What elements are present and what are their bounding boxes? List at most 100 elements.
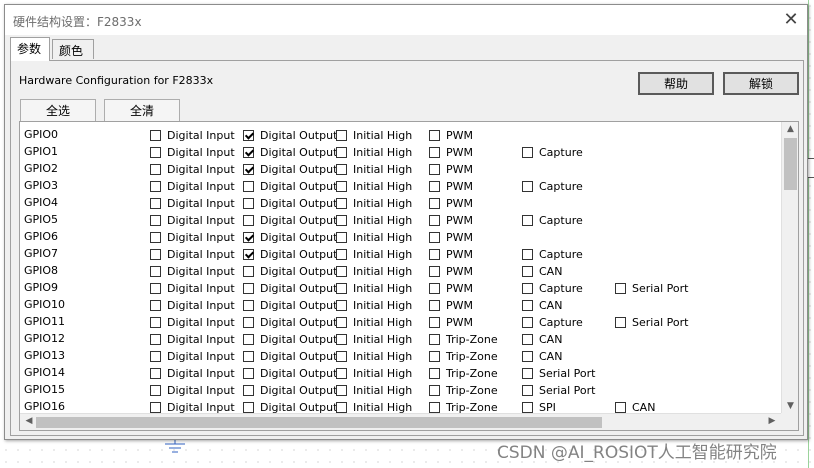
option-checkbox[interactable]: [336, 384, 347, 396]
option-checkbox[interactable]: [243, 367, 254, 379]
option-checkbox[interactable]: [336, 163, 347, 175]
gpio-option[interactable]: Initial High: [336, 349, 412, 363]
gpio-option[interactable]: Digital Input: [150, 179, 235, 193]
option-checkbox[interactable]: [150, 299, 161, 311]
gpio-option[interactable]: PWM: [429, 298, 473, 312]
gpio-option[interactable]: Digital Input: [150, 400, 235, 414]
gpio-option[interactable]: Digital Input: [150, 315, 235, 329]
option-checkbox[interactable]: [522, 180, 533, 192]
gpio-option[interactable]: Digital Input: [150, 128, 235, 142]
option-checkbox[interactable]: [336, 248, 347, 260]
gpio-option[interactable]: Digital Output: [243, 213, 337, 227]
option-checkbox[interactable]: [429, 401, 440, 413]
option-checkbox[interactable]: [243, 231, 254, 243]
option-checkbox[interactable]: [429, 197, 440, 209]
option-checkbox[interactable]: [243, 316, 254, 328]
gpio-option[interactable]: Trip-Zone: [429, 366, 498, 380]
gpio-option[interactable]: PWM: [429, 315, 473, 329]
gpio-option[interactable]: Initial High: [336, 264, 412, 278]
option-checkbox[interactable]: [336, 316, 347, 328]
gpio-option[interactable]: CAN: [522, 332, 562, 346]
option-checkbox[interactable]: [429, 299, 440, 311]
horizontal-scroll-thumb[interactable]: [36, 417, 602, 428]
option-checkbox[interactable]: [429, 333, 440, 345]
option-checkbox[interactable]: [522, 316, 533, 328]
tab-colors[interactable]: 颜色: [52, 39, 94, 59]
vertical-scroll-thumb[interactable]: [784, 138, 797, 190]
option-checkbox[interactable]: [243, 282, 254, 294]
option-checkbox[interactable]: [429, 231, 440, 243]
option-checkbox[interactable]: [615, 401, 626, 413]
gpio-option[interactable]: Digital Input: [150, 366, 235, 380]
option-checkbox[interactable]: [150, 248, 161, 260]
tab-parameters[interactable]: 参数: [10, 37, 50, 61]
option-checkbox[interactable]: [336, 129, 347, 141]
gpio-option[interactable]: Digital Output: [243, 179, 337, 193]
gpio-option[interactable]: Digital Input: [150, 213, 235, 227]
scroll-right-icon[interactable]: ▶: [765, 416, 779, 426]
gpio-option[interactable]: Capture: [522, 315, 583, 329]
option-checkbox[interactable]: [429, 248, 440, 260]
option-checkbox[interactable]: [336, 401, 347, 413]
gpio-option[interactable]: PWM: [429, 196, 473, 210]
option-checkbox[interactable]: [243, 146, 254, 158]
gpio-option[interactable]: Digital Output: [243, 383, 337, 397]
option-checkbox[interactable]: [522, 333, 533, 345]
option-checkbox[interactable]: [243, 265, 254, 277]
close-icon[interactable]: ✕: [781, 10, 801, 30]
gpio-option[interactable]: Initial High: [336, 315, 412, 329]
gpio-option[interactable]: Capture: [522, 247, 583, 261]
gpio-option[interactable]: Digital Input: [150, 383, 235, 397]
gpio-option[interactable]: Digital Output: [243, 196, 337, 210]
gpio-option[interactable]: Serial Port: [615, 281, 688, 295]
option-checkbox[interactable]: [150, 214, 161, 226]
gpio-option[interactable]: Serial Port: [522, 366, 595, 380]
option-checkbox[interactable]: [336, 350, 347, 362]
option-checkbox[interactable]: [522, 248, 533, 260]
option-checkbox[interactable]: [522, 214, 533, 226]
gpio-option[interactable]: Digital Input: [150, 230, 235, 244]
option-checkbox[interactable]: [429, 350, 440, 362]
option-checkbox[interactable]: [429, 163, 440, 175]
option-checkbox[interactable]: [336, 231, 347, 243]
option-checkbox[interactable]: [429, 316, 440, 328]
option-checkbox[interactable]: [243, 299, 254, 311]
option-checkbox[interactable]: [150, 231, 161, 243]
select-all-button[interactable]: 全选: [20, 99, 96, 121]
gpio-option[interactable]: Initial High: [336, 247, 412, 261]
option-checkbox[interactable]: [522, 384, 533, 396]
option-checkbox[interactable]: [150, 265, 161, 277]
option-checkbox[interactable]: [336, 214, 347, 226]
option-checkbox[interactable]: [522, 282, 533, 294]
gpio-option[interactable]: Digital Input: [150, 332, 235, 346]
gpio-option[interactable]: Capture: [522, 179, 583, 193]
option-checkbox[interactable]: [336, 282, 347, 294]
gpio-option[interactable]: Digital Output: [243, 315, 337, 329]
gpio-option[interactable]: Digital Input: [150, 247, 235, 261]
option-checkbox[interactable]: [243, 197, 254, 209]
option-checkbox[interactable]: [522, 401, 533, 413]
gpio-option[interactable]: Digital Output: [243, 145, 337, 159]
unlock-button[interactable]: 解锁: [723, 72, 799, 95]
gpio-option[interactable]: Digital Input: [150, 281, 235, 295]
clear-all-button[interactable]: 全清: [104, 99, 180, 121]
gpio-option[interactable]: Initial High: [336, 298, 412, 312]
gpio-option[interactable]: Digital Output: [243, 400, 337, 414]
option-checkbox[interactable]: [429, 146, 440, 158]
gpio-option[interactable]: Digital Output: [243, 247, 337, 261]
option-checkbox[interactable]: [429, 384, 440, 396]
option-checkbox[interactable]: [243, 214, 254, 226]
option-checkbox[interactable]: [243, 180, 254, 192]
gpio-option[interactable]: Digital Output: [243, 230, 337, 244]
gpio-option[interactable]: SPI: [522, 400, 556, 414]
gpio-option[interactable]: Trip-Zone: [429, 383, 498, 397]
option-checkbox[interactable]: [150, 316, 161, 328]
gpio-option[interactable]: CAN: [522, 349, 562, 363]
option-checkbox[interactable]: [336, 197, 347, 209]
vertical-scrollbar[interactable]: ▲ ▼: [781, 122, 798, 413]
option-checkbox[interactable]: [336, 367, 347, 379]
gpio-option[interactable]: Digital Input: [150, 196, 235, 210]
option-checkbox[interactable]: [336, 265, 347, 277]
gpio-option[interactable]: Initial High: [336, 332, 412, 346]
option-checkbox[interactable]: [150, 401, 161, 413]
